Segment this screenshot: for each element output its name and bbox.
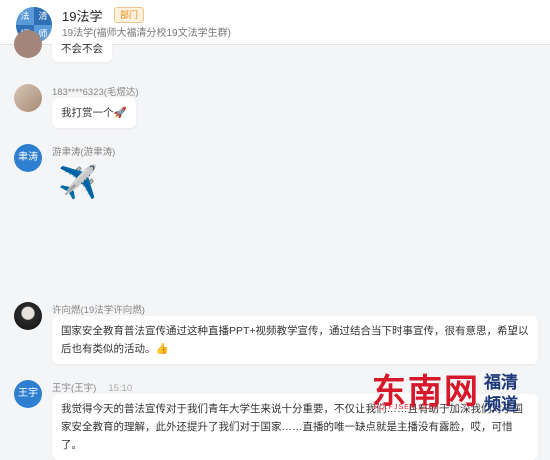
airplane-sticker[interactable]: ✈️ [58,162,98,202]
group-subtitle: 19法学(福师大福清分校19文法学生群) [62,28,231,39]
watermark-url: FQ.FJSEN.COM [374,404,439,411]
message-bubble[interactable]: 国家安全教育普法宣传通过这种直播PPT+视频教学宣传，通过结合当下时事宣传，很有… [52,316,538,364]
avatar[interactable] [14,302,42,330]
group-title: 19法学 [62,9,103,24]
dept-badge: 部门 [114,7,145,23]
avatar-cell: 法 [16,7,34,25]
avatar[interactable]: 王宇 [14,380,42,408]
avatar[interactable] [14,30,42,58]
sender-name: 王宇(王宇) 15:10 [52,380,132,394]
message-bubble[interactable]: 我打赏一个🚀 [52,98,136,128]
sender-name: 许向燃(19法学许向燃) [52,305,145,316]
avatar[interactable]: 聿涛 [14,144,42,172]
watermark: 东南网 福清 频道 FQ.FJSEN.COM [372,364,542,434]
sender-name-text: 王宇(王宇) [52,383,97,394]
watermark-side-line2: 频道 [484,395,518,414]
avatar[interactable] [14,84,42,112]
message-bubble[interactable]: 不会不会 [52,38,112,62]
avatar-cell: 清 [34,7,52,25]
sender-name: 游聿涛(游聿涛) [52,147,116,158]
sender-name: 183****6323(毛煜达) [52,87,139,98]
message-time: 15:10 [108,383,133,394]
